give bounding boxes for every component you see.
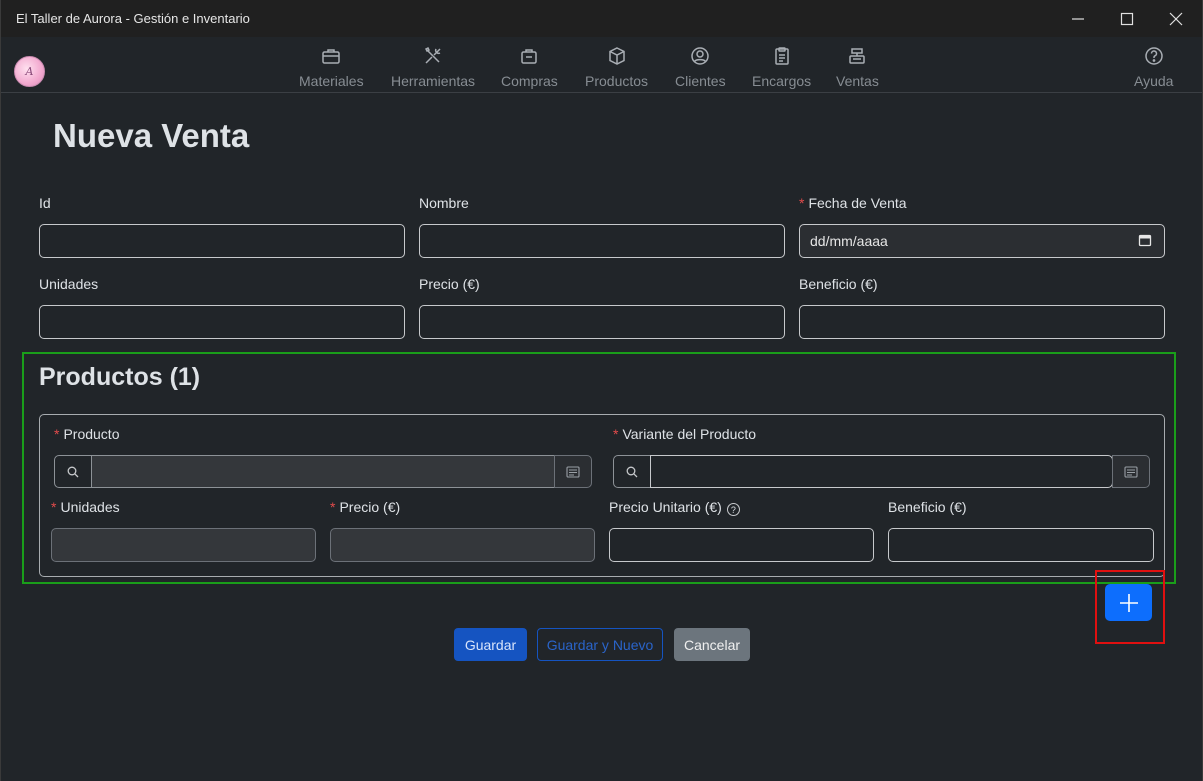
- nav-item-clientes[interactable]: Clientes: [675, 46, 726, 92]
- variante-picker-button[interactable]: [1112, 455, 1150, 488]
- fecha-label: * Fecha de Venta: [799, 195, 907, 211]
- save-and-new-button[interactable]: Guardar y Nuevo: [537, 628, 663, 661]
- page-title: Nueva Venta: [53, 117, 250, 154]
- variante-input[interactable]: [650, 455, 1113, 488]
- precio-unitario-field[interactable]: [609, 528, 874, 562]
- nombre-label: Nombre: [419, 195, 469, 211]
- beneficio-label: Beneficio (€): [799, 276, 878, 292]
- id-field[interactable]: [39, 224, 405, 258]
- calendar-icon[interactable]: [1138, 233, 1152, 247]
- fecha-venta-field[interactable]: dd/mm/aaaa: [799, 224, 1165, 258]
- nav-item-compras[interactable]: Compras: [501, 46, 558, 92]
- variante-label: * Variante del Producto: [613, 426, 757, 442]
- producto-unidades-label: * Unidades: [51, 499, 120, 515]
- nav-item-ayuda[interactable]: Ayuda: [1134, 46, 1173, 92]
- nav-item-productos[interactable]: Productos: [585, 46, 648, 92]
- maximize-button[interactable]: [1102, 0, 1152, 37]
- main-navbar: A Materiales Herramientas Compras Produc…: [1, 37, 1202, 93]
- variante-search: [613, 455, 1150, 488]
- briefcase-icon: [322, 49, 341, 64]
- tools-icon: [425, 46, 441, 64]
- producto-precio-label: * Precio (€): [330, 499, 401, 515]
- nav-item-materiales[interactable]: Materiales: [299, 46, 364, 92]
- producto-precio-field[interactable]: [330, 528, 595, 562]
- producto-label: * Producto: [54, 426, 120, 442]
- unidades-label: Unidades: [39, 276, 99, 292]
- box-icon: [608, 47, 625, 65]
- nav-label: Productos: [585, 73, 649, 89]
- help-icon[interactable]: ?: [726, 503, 740, 516]
- minimize-button[interactable]: [1053, 0, 1103, 37]
- cash-register-icon: [849, 48, 866, 64]
- producto-beneficio-label: Beneficio (€): [888, 499, 967, 515]
- fecha-placeholder: dd/mm/aaaa: [810, 233, 888, 249]
- nav-label: Encargos: [752, 73, 812, 89]
- nav-label: Ayuda: [1134, 73, 1174, 89]
- precio-field[interactable]: [419, 305, 785, 339]
- window-title: El Taller de Aurora - Gestión e Inventar…: [16, 11, 250, 26]
- search-icon-box: [613, 455, 651, 488]
- search-icon: [67, 466, 79, 477]
- nav-label: Herramientas: [391, 73, 476, 89]
- id-label: Id: [39, 195, 51, 211]
- minimize-icon: [1072, 17, 1084, 20]
- clipboard-icon: [774, 47, 789, 65]
- cancel-button[interactable]: Cancelar: [674, 628, 750, 661]
- bag-icon: [521, 49, 538, 64]
- nav-item-ventas[interactable]: Ventas: [836, 46, 879, 92]
- precio-unitario-label: Precio Unitario (€)?: [609, 499, 740, 516]
- list-picker-icon: [566, 465, 580, 478]
- plus-icon: [1119, 593, 1138, 612]
- search-icon-box: [54, 455, 92, 488]
- save-button[interactable]: Guardar: [454, 628, 527, 661]
- close-icon: [1169, 12, 1183, 25]
- precio-label: Precio (€): [419, 276, 480, 292]
- close-button[interactable]: [1151, 0, 1201, 37]
- maximize-icon: [1120, 12, 1134, 25]
- nav-label: Clientes: [675, 73, 726, 89]
- nav-label: Ventas: [836, 73, 879, 89]
- producto-picker-button[interactable]: [554, 455, 592, 488]
- search-icon: [626, 466, 638, 477]
- nav-label: Materiales: [299, 73, 364, 89]
- question-circle-icon: [1144, 47, 1163, 65]
- productos-title: Productos (1): [39, 363, 201, 391]
- producto-search: [54, 455, 592, 488]
- person-circle-icon: [691, 47, 710, 65]
- producto-unidades-field[interactable]: [51, 528, 316, 562]
- nav-item-herramientas[interactable]: Herramientas: [391, 46, 475, 92]
- producto-beneficio-field[interactable]: [888, 528, 1154, 562]
- beneficio-field[interactable]: [799, 305, 1165, 339]
- nombre-field[interactable]: [419, 224, 785, 258]
- nav-label: Compras: [501, 73, 558, 89]
- list-picker-icon: [1124, 465, 1138, 478]
- nav-item-encargos[interactable]: Encargos: [752, 46, 811, 92]
- unidades-field[interactable]: [39, 305, 405, 339]
- app-logo[interactable]: A: [14, 56, 45, 87]
- producto-input[interactable]: [91, 455, 555, 488]
- add-producto-button[interactable]: [1105, 584, 1152, 621]
- app-window: El Taller de Aurora - Gestión e Inventar…: [0, 0, 1203, 781]
- title-bar: El Taller de Aurora - Gestión e Inventar…: [1, 0, 1202, 37]
